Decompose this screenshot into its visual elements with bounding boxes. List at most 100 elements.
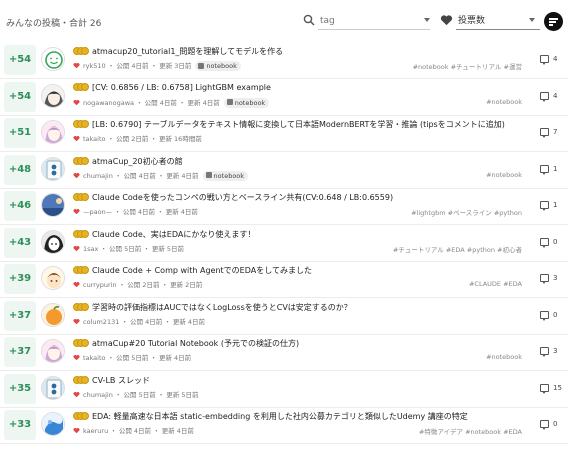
post-author[interactable]: takaito — [83, 135, 106, 143]
post-title[interactable]: Claude Code + Comp with AgentでのEDAをしてみまし… — [92, 266, 312, 275]
post-updated: 更新 16時間前 — [158, 135, 202, 143]
comment-count: 0 — [553, 420, 558, 428]
list-item[interactable]: +43 Claude Code、実はEDAにかなり使えます！ 1sax ・ 公開… — [0, 225, 568, 262]
post-title[interactable]: [CV: 0.6856 / LB: 0.6758] LightGBM examp… — [92, 83, 271, 92]
post-author[interactable]: takaito — [83, 354, 106, 362]
post-author[interactable]: kaeruru — [83, 427, 108, 435]
chevron-down-icon[interactable] — [424, 18, 430, 22]
comment-count: 3 — [553, 274, 558, 282]
post-published: 公開 4日前 — [116, 62, 149, 70]
post-tags[interactable]: #notebook — [486, 353, 522, 361]
post-title[interactable]: EDA: 軽量高速な日本語 static-embedding を利用した社内公募… — [92, 412, 468, 421]
tag-search-input[interactable] — [318, 12, 430, 30]
post-tags[interactable]: #特徴アイデア #notebook #EDA — [419, 426, 522, 436]
sort-select[interactable]: 投票数 — [456, 12, 540, 30]
vote-score[interactable]: +33 — [4, 410, 36, 440]
post-tags[interactable]: #notebook #チュートリアル #運営 — [413, 61, 522, 71]
heart-icon — [73, 99, 80, 105]
post-title[interactable]: atmaCup#20 Tutorial Notebook (予元での検証の仕方) — [92, 339, 299, 348]
vote-score[interactable]: +43 — [4, 227, 36, 258]
vote-score[interactable]: +54 — [4, 45, 36, 75]
post-title[interactable]: atmaCup_20初心者の館 — [92, 157, 183, 166]
comment-count: 0 — [553, 237, 558, 246]
list-item[interactable]: +33 EDA: 軽量高速な日本語 static-embedding を利用した… — [0, 407, 568, 444]
coin-tier-icon — [73, 412, 90, 420]
list-item[interactable]: +39 Claude Code + Comp with AgentでのEDAをし… — [0, 261, 568, 298]
vote-score[interactable]: +37 — [4, 337, 36, 367]
post-author[interactable]: colum2131 — [83, 318, 119, 326]
post-title[interactable]: atmacup20_tutorial1_問題を理解してモデルを作る — [92, 47, 283, 56]
post-tags[interactable]: #チュートリアル #EDA #python #初心者 — [393, 244, 522, 254]
post-author[interactable]: —paon— — [83, 208, 112, 216]
post-author[interactable]: currypurin — [83, 281, 117, 289]
vote-score[interactable]: +54 — [4, 81, 36, 112]
avatar[interactable] — [41, 302, 65, 327]
post-title[interactable]: CV-LB スレッド — [92, 376, 150, 385]
avatar[interactable] — [41, 120, 65, 144]
post-title[interactable]: Claude Codeを使ったコンペの戦い方とベースライン共有(CV:0.648… — [92, 193, 393, 202]
heart-icon — [73, 172, 80, 178]
list-item[interactable]: +54 [CV: 0.6856 / LB: 0.6758] LightGBM e… — [0, 79, 568, 116]
post-author[interactable]: ryk510 — [83, 62, 106, 70]
comment-icon — [540, 310, 549, 321]
sort-order-button[interactable] — [544, 12, 563, 31]
notebook-icon — [205, 172, 212, 178]
list-item[interactable]: +35 CV-LB スレッド chumajin ・ 公開 5日前 ・ 更新 5日… — [0, 371, 568, 408]
comment-icon — [540, 128, 549, 138]
coin-tier-icon — [73, 120, 90, 128]
post-author[interactable]: chumajin — [83, 172, 113, 180]
post-title[interactable]: Claude Code、実はEDAにかなり使えます！ — [92, 230, 255, 239]
vote-score[interactable]: +48 — [4, 154, 36, 185]
chevron-down-icon[interactable] — [529, 18, 535, 22]
heart-icon — [73, 355, 80, 361]
post-updated: 更新 4日前 — [187, 98, 220, 107]
avatar[interactable] — [41, 83, 65, 108]
avatar[interactable] — [41, 229, 65, 254]
post-author[interactable]: nogawanogawa — [83, 99, 134, 107]
heart-icon — [73, 318, 80, 324]
list-item[interactable]: +46 Claude Codeを使ったコンペの戦い方とベースライン共有(CV:0… — [0, 188, 568, 225]
list-item[interactable]: +37 学習時の評価指標はAUCではなくLogLossを使うとCVは安定するのか… — [0, 298, 568, 335]
post-updated: 更新 4日前 — [158, 354, 192, 362]
divider — [0, 443, 568, 444]
vote-score[interactable]: +51 — [4, 118, 36, 148]
heart-icon — [73, 391, 80, 397]
vote-score[interactable]: +39 — [4, 264, 36, 294]
list-item[interactable]: +54 atmacup20_tutorial1_問題を理解してモデルを作る ry… — [0, 42, 568, 79]
vote-score[interactable]: +37 — [4, 300, 36, 331]
post-tags[interactable]: #notebook — [486, 171, 522, 179]
coin-tier-icon — [73, 339, 90, 347]
post-author[interactable]: chumajin — [83, 391, 113, 399]
post-updated: 更新 4日前 — [166, 171, 199, 180]
post-title[interactable]: [LB: 0.6790] テーブルデータをテキスト情報に変換して日本語Moder… — [92, 120, 505, 129]
post-published: 公開 5日前 — [123, 390, 156, 399]
avatar[interactable] — [41, 47, 65, 71]
avatar[interactable] — [41, 156, 65, 181]
post-published: 公開 5日前 — [116, 354, 149, 362]
post-tags[interactable]: #notebook — [486, 98, 522, 106]
post-author[interactable]: 1sax — [83, 245, 98, 253]
avatar[interactable] — [41, 193, 65, 217]
comment-count: 1 — [553, 201, 558, 209]
post-updated: 更新 5日前 — [166, 390, 199, 399]
list-item[interactable]: +37 atmaCup#20 Tutorial Notebook (予元での検証… — [0, 334, 568, 371]
post-tags[interactable]: #CLAUDE #EDA — [469, 280, 522, 288]
comment-count: 1 — [553, 164, 558, 173]
post-updated: 更新 5日前 — [151, 244, 185, 253]
avatar[interactable] — [41, 375, 65, 400]
vote-score[interactable]: +46 — [4, 191, 36, 221]
comment-icon — [540, 55, 549, 65]
avatar[interactable] — [41, 412, 65, 436]
search-icon — [303, 14, 315, 26]
list-item[interactable]: +48 atmaCup_20初心者の館 chumajin ・ 公開 4日前 ・ … — [0, 152, 568, 189]
notebook-icon — [226, 99, 233, 105]
list-item[interactable]: +51 [LB: 0.6790] テーブルデータをテキスト情報に変換して日本語M… — [0, 115, 568, 152]
comment-count: 15 — [553, 383, 562, 392]
heart-icon — [73, 282, 80, 288]
post-tags[interactable]: #lightgbm #ベースライン #python — [411, 207, 522, 217]
avatar[interactable] — [41, 266, 65, 290]
post-title[interactable]: 学習時の評価指標はAUCではなくLogLossを使うとCVは安定するのか？ — [92, 303, 352, 312]
vote-score[interactable]: +35 — [4, 373, 36, 404]
notebook-badge: notebook — [223, 97, 270, 108]
avatar[interactable] — [41, 339, 65, 363]
